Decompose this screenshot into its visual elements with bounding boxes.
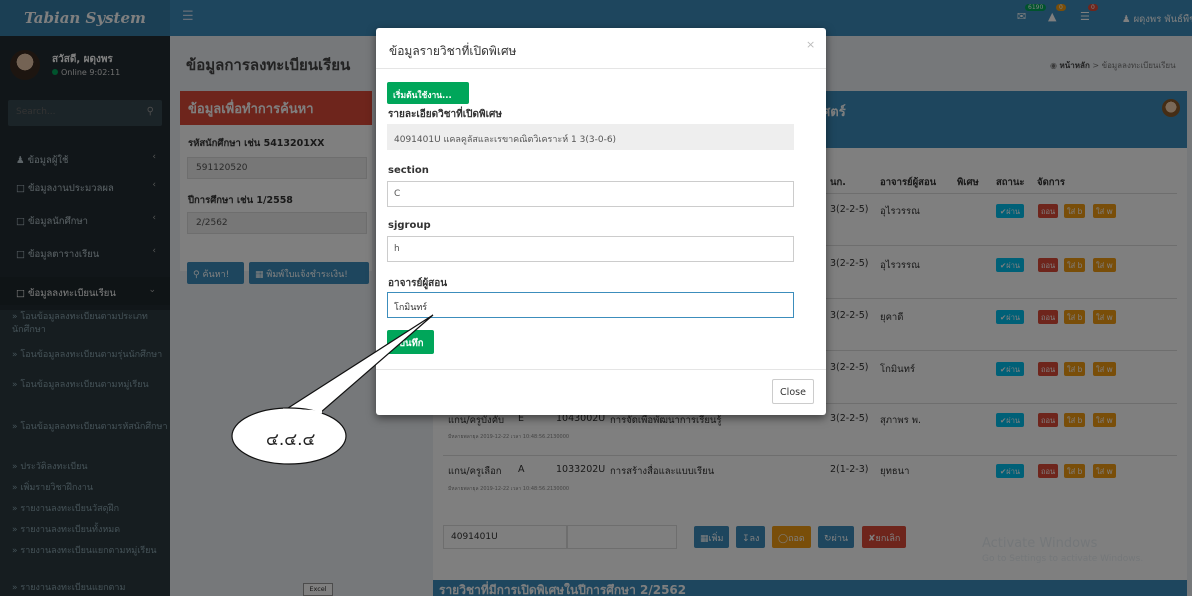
sjgroup-input[interactable]: h	[387, 236, 794, 262]
close-button[interactable]: Close	[772, 379, 814, 404]
callout-label: ๔.๔.๔	[266, 430, 316, 450]
start-button[interactable]: เริ่มต้นใช้งาน...	[387, 82, 469, 104]
modal-title: ข้อมูลรายวิชาที่เปิดพิเศษ	[389, 44, 517, 58]
course-detail-field[interactable]: 4091401U แคลคูลัสและเรขาคณิตวิเคราะห์ 1 …	[387, 124, 794, 150]
callout-pointer	[283, 314, 434, 414]
modal-divider	[376, 68, 826, 69]
sjgroup-label: sjgroup	[388, 220, 431, 231]
section-input[interactable]: C	[387, 181, 794, 207]
close-icon[interactable]: ×	[806, 38, 815, 51]
course-detail-label: รายละเอียดวิชาที่เปิดพิเศษ	[388, 109, 502, 120]
section-label: section	[388, 165, 429, 176]
callout-bubble	[231, 314, 434, 465]
callout-join	[282, 408, 323, 414]
teacher-label: อาจารย์ผู้สอน	[388, 278, 448, 289]
